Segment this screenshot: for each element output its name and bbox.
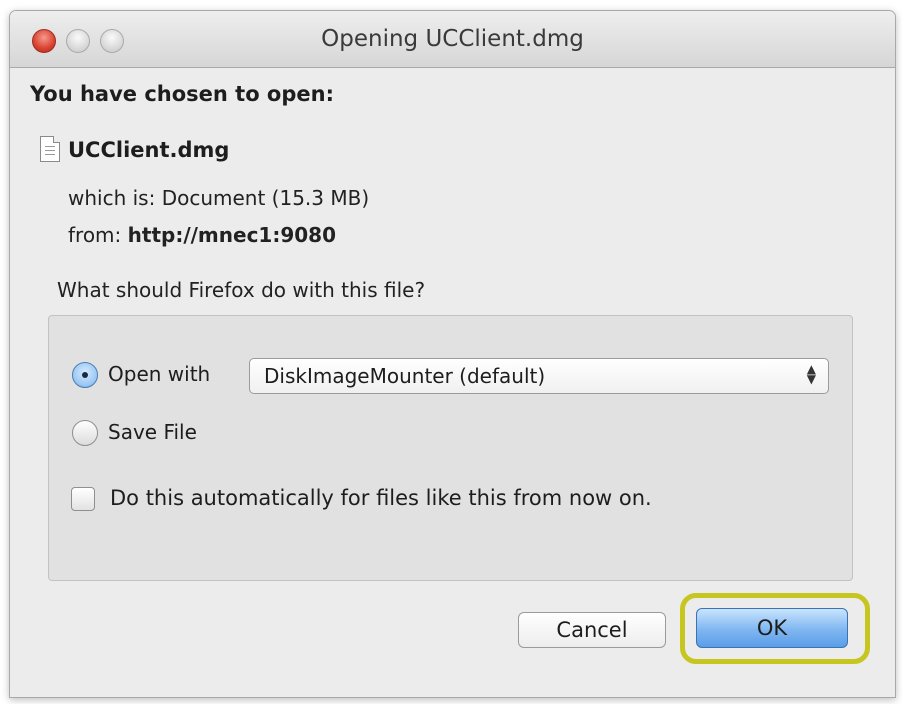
ok-button[interactable]: OK (696, 608, 848, 648)
auto-action-checkbox[interactable] (71, 487, 95, 511)
save-file-radio[interactable] (72, 420, 98, 446)
from-label: from: (68, 223, 122, 247)
file-type-info: which is: Document (15.3 MB) (68, 186, 370, 210)
save-file-label[interactable]: Save File (108, 420, 197, 444)
open-with-app-select[interactable]: DiskImageMounter (default) ▲ ▼ (249, 358, 829, 394)
open-with-label[interactable]: Open with (108, 362, 210, 386)
open-with-radio[interactable] (72, 362, 98, 388)
file-icon (40, 136, 60, 162)
file-source-info: from: http://mnec1:9080 (68, 223, 336, 247)
file-name: UCClient.dmg (68, 138, 230, 162)
action-question: What should Firefox do with this file? (57, 278, 426, 302)
cancel-button[interactable]: Cancel (518, 612, 666, 648)
window-title: Opening UCClient.dmg (321, 26, 584, 52)
title-bar[interactable]: Opening UCClient.dmg (10, 11, 895, 68)
select-arrows-icon: ▲ ▼ (806, 362, 816, 386)
dialog-heading: You have chosen to open: (30, 82, 334, 106)
source-url: http://mnec1:9080 (127, 223, 336, 247)
auto-action-label[interactable]: Do this automatically for files like thi… (110, 486, 652, 510)
open-with-app-value: DiskImageMounter (default) (264, 364, 546, 388)
options-group (48, 315, 853, 581)
